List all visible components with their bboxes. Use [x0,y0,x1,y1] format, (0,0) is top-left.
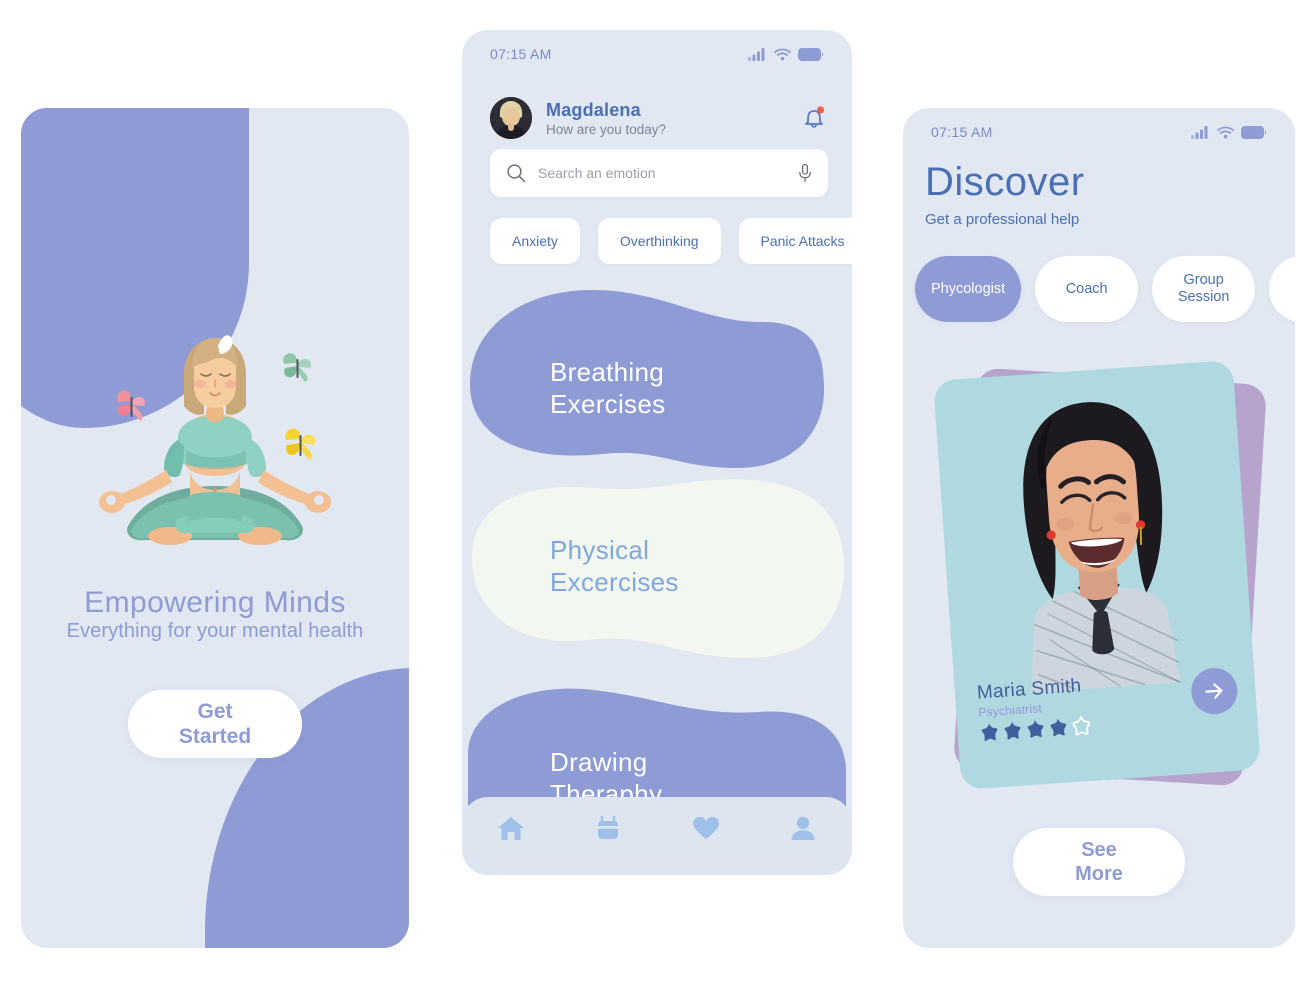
notification-bell-icon [805,105,825,128]
professional-filter-list: Phycologist Coach Group Session Fis [915,256,1295,322]
chip-overthinking[interactable]: Overthinking [597,218,721,264]
signal-bars-icon [1191,125,1208,139]
onboarding-title: Empowering Minds [84,586,346,619]
professional-portrait [960,380,1230,697]
notification-badge [816,105,825,114]
search-bar[interactable] [490,149,828,197]
status-time: 07:15 AM [490,46,552,62]
status-time: 07:15 AM [931,124,993,140]
emotion-chip-list: Anxiety Overthinking Panic Attacks [490,218,852,264]
phone-discover-screen: 07:15 AM Discover Get a professional hel… [903,108,1295,948]
person-icon [791,816,815,840]
heart-icon [692,817,719,839]
category-card-list: Breathing Exercises Physical Excercises … [462,288,852,868]
tab-favorites[interactable] [675,815,737,844]
professional-info: Maria Smith Psychiatrist [976,675,1092,743]
battery-icon [798,47,824,61]
category-label-physical: Physical Excercises [550,535,679,597]
star-filled-icon [1004,721,1021,740]
category-card-breathing-exercises[interactable]: Breathing Exercises [462,288,852,493]
rating-stars [979,715,1092,743]
chip-anxiety[interactable]: Anxiety [490,218,580,264]
battery-icon [1241,125,1267,139]
tab-profile[interactable] [772,815,834,844]
page-subtitle: Get a professional help [925,211,1080,228]
arrow-right-icon [1205,683,1223,699]
notification-bell-button[interactable] [800,103,828,133]
professional-card-stack: Maria Smith Psychiatrist [903,360,1295,800]
see-more-button[interactable]: See More [1013,828,1185,896]
profile-greeting: How are you today? [546,121,667,137]
meditating-woman-with-butterflies-icon [21,330,409,580]
chip-panic-attacks[interactable]: Panic Attacks [738,218,852,264]
home-icon [497,817,524,840]
tab-home[interactable] [480,815,542,844]
star-filled-icon [981,723,998,742]
tab-calendar[interactable] [577,815,639,844]
profile-text: Magdalena How are you today? [546,100,800,137]
filter-fis[interactable]: Fis [1269,256,1295,322]
star-outline-icon [1072,716,1091,736]
search-input[interactable] [538,165,798,181]
star-filled-icon [1027,720,1044,738]
category-label-breathing: Breathing Exercises [550,357,666,419]
filter-group-session[interactable]: Group Session [1152,256,1256,322]
profile-row: Magdalena How are you today? [490,92,828,144]
next-professional-button[interactable] [1189,666,1239,716]
onboarding-subtitle: Everything for your mental health [66,620,364,642]
category-card-physical-excercises[interactable]: Physical Excercises [462,468,852,683]
get-started-button[interactable]: Get Started [128,690,302,758]
microphone-icon [799,163,811,182]
status-icons [748,47,824,61]
filter-coach[interactable]: Coach [1035,256,1139,322]
phone-home-screen: 07:15 AM Magdalena How are you today? Se… [462,30,852,875]
calendar-icon [598,815,619,839]
phone-onboarding-screen: Empowering Minds Everything for your men… [21,108,409,948]
bottom-tab-bar [462,797,852,875]
professional-card[interactable]: Maria Smith Psychiatrist [933,360,1261,790]
star-filled-icon [1050,718,1067,737]
wifi-icon [774,48,791,60]
wifi-icon [1217,126,1234,138]
status-icons [1191,125,1267,139]
profile-name: Magdalena [546,99,641,120]
page-title: Discover [925,160,1085,204]
signal-bars-icon [748,47,765,61]
status-bar-discover: 07:15 AM [903,108,1295,156]
filter-phycologist[interactable]: Phycologist [915,256,1022,322]
status-bar-home: 07:15 AM [462,30,852,78]
search-icon [507,164,526,183]
user-avatar[interactable] [490,97,532,139]
screens-stage: Empowering Minds Everything for your men… [0,0,1309,982]
